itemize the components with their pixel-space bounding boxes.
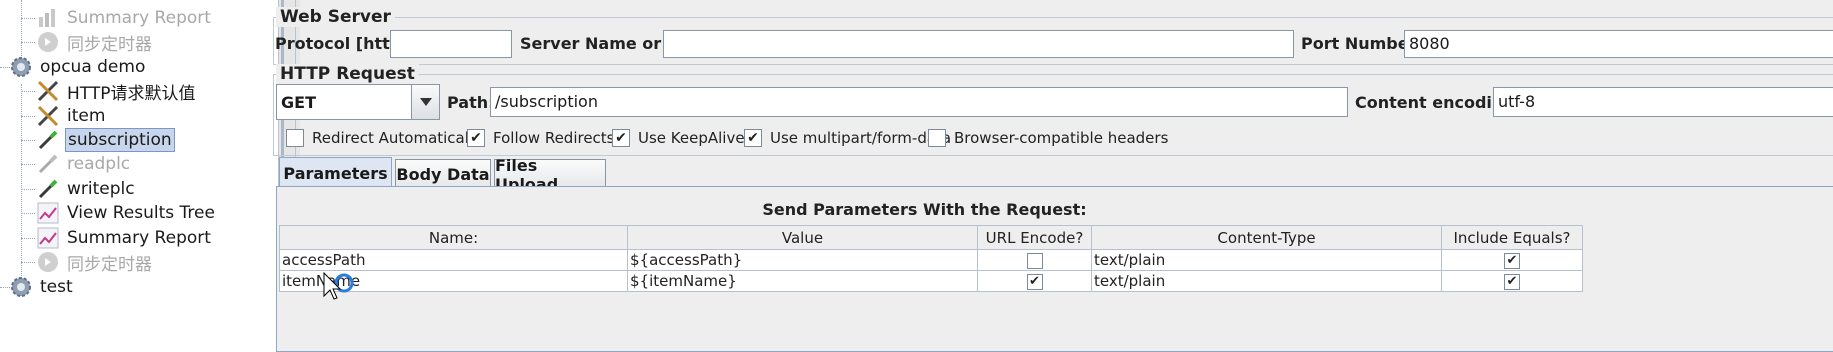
checkbox-box: [928, 129, 946, 147]
protocol-input[interactable]: [390, 30, 512, 58]
checkmark-icon: ✔: [744, 129, 762, 147]
checkbox-label: Use KeepAlive: [638, 129, 745, 147]
tree-item-label: View Results Tree: [67, 203, 215, 223]
tree-item-label: subscription: [65, 128, 175, 152]
tree-item-label: item: [67, 106, 106, 126]
tree-item-label: test: [40, 277, 73, 297]
redirect-automatically-checkbox[interactable]: Redirect Automatically: [286, 129, 482, 147]
path-input[interactable]: /subscription: [490, 87, 1348, 117]
tree-item-opcua-demo[interactable]: opcua demo: [8, 54, 147, 80]
checkbox-label: Follow Redirects: [493, 129, 615, 147]
method-select[interactable]: GET: [276, 84, 440, 120]
tree-item-label: writeplc: [67, 179, 135, 199]
url-encode-cell[interactable]: ✔: [977, 270, 1092, 292]
tree-item-subscription[interactable]: subscription: [35, 127, 175, 153]
timer-icon: [35, 29, 61, 55]
tree-item-item[interactable]: item: [35, 103, 107, 129]
listener-graph-icon: [35, 225, 61, 251]
chart-icon: [35, 5, 61, 31]
mouse-cursor-icon: [322, 271, 358, 302]
checkmark-icon: ✔: [612, 129, 630, 147]
server-name-input[interactable]: [663, 30, 1294, 58]
url-encode-cell[interactable]: [977, 249, 1092, 271]
checkmark-icon: ✔: [467, 129, 485, 147]
column-header-value[interactable]: Value: [627, 225, 978, 250]
parameters-table[interactable]: Name: Value URL Encode? Content-Type Inc…: [279, 225, 1583, 292]
config-tools-icon: [35, 103, 61, 129]
use-keepalive-checkbox[interactable]: ✔ Use KeepAlive: [612, 129, 745, 147]
thread-group-gear-icon: [8, 54, 34, 80]
chevron-down-icon[interactable]: [411, 85, 439, 119]
path-label: Path:: [447, 93, 495, 112]
follow-redirects-checkbox[interactable]: ✔ Follow Redirects: [467, 129, 615, 147]
web-server-legend: Web Server: [276, 7, 395, 27]
tree-item-sync-timer-2[interactable]: 同步定时器: [35, 249, 154, 275]
listener-graph-icon: [35, 200, 61, 226]
http-request-legend: HTTP Request: [276, 64, 419, 84]
method-value: GET: [281, 93, 316, 112]
tree-item-label: Summary Report: [67, 8, 211, 28]
tree-item-label: HTTP请求默认值: [67, 83, 196, 104]
table-row[interactable]: accessPath ${accessPath} text/plain ✔: [279, 249, 1583, 271]
tree-item-sync-timer-1[interactable]: 同步定时器: [35, 29, 154, 55]
param-value-cell[interactable]: ${itemName}: [627, 270, 978, 292]
tree-item-label: opcua demo: [40, 57, 146, 77]
test-plan-tree[interactable]: Summary Report 同步定时器 opcua demo HTTP请求默认…: [0, 0, 278, 352]
tree-item-summary-report-1[interactable]: Summary Report: [35, 5, 213, 31]
tree-item-test[interactable]: test: [8, 274, 75, 300]
thread-group-gear-icon: [8, 274, 34, 300]
table-row[interactable]: itemName ${itemName} ✔ text/plain ✔: [279, 270, 1583, 292]
tab-parameters[interactable]: Parameters: [279, 157, 392, 189]
include-equals-cell[interactable]: ✔: [1441, 270, 1583, 292]
content-type-cell[interactable]: text/plain: [1091, 270, 1442, 292]
column-header-name[interactable]: Name:: [279, 225, 628, 250]
tree-item-view-results-tree[interactable]: View Results Tree: [35, 200, 217, 226]
checkmark-icon[interactable]: ✔: [1026, 273, 1043, 290]
column-header-include-equals[interactable]: Include Equals?: [1441, 225, 1583, 250]
tree-item-label: Summary Report: [67, 228, 211, 248]
timer-icon: [35, 249, 61, 275]
content-encoding-input[interactable]: utf-8: [1493, 87, 1833, 117]
tree-item-label: 同步定时器: [67, 254, 152, 275]
param-value-cell[interactable]: ${accessPath}: [627, 249, 978, 271]
column-header-url-encode[interactable]: URL Encode?: [977, 225, 1092, 250]
checkbox-label: Browser-compatible headers: [954, 129, 1169, 147]
tree-item-writeplc[interactable]: writeplc: [35, 176, 137, 202]
checkbox-box: [286, 129, 304, 147]
param-name-cell[interactable]: accessPath: [279, 249, 628, 271]
tab-body-data[interactable]: Body Data: [395, 159, 491, 189]
tree-item-label: 同步定时器: [67, 34, 152, 55]
port-input[interactable]: 8080: [1404, 30, 1833, 58]
include-equals-cell[interactable]: ✔: [1441, 249, 1583, 271]
content-type-cell[interactable]: text/plain: [1091, 249, 1442, 271]
column-header-content-type[interactable]: Content-Type: [1091, 225, 1442, 250]
sampler-pipette-icon: [35, 127, 61, 153]
url-encode-checkbox[interactable]: [1026, 252, 1043, 269]
tab-files-upload[interactable]: Files Upload: [494, 156, 606, 194]
tree-item-http-defaults[interactable]: HTTP请求默认值: [35, 78, 198, 104]
table-header-row: Name: Value URL Encode? Content-Type Inc…: [279, 225, 1583, 250]
tree-item-summary-report-2[interactable]: Summary Report: [35, 225, 213, 251]
sampler-pipette-icon: [35, 151, 61, 177]
parameters-table-title: Send Parameters With the Request:: [762, 200, 1087, 219]
browser-compatible-headers-checkbox[interactable]: Browser-compatible headers: [928, 129, 1168, 147]
config-tools-icon: [35, 78, 61, 104]
sampler-pipette-icon: [35, 176, 61, 202]
checkbox-label: Use multipart/form-data: [770, 129, 952, 147]
checkbox-label: Redirect Automatically: [312, 129, 482, 147]
checkmark-icon[interactable]: ✔: [1504, 273, 1520, 290]
use-multipart-checkbox[interactable]: ✔ Use multipart/form-data: [744, 129, 951, 147]
tree-item-readplc[interactable]: readplc: [35, 151, 132, 177]
tree-item-label: readplc: [67, 154, 131, 174]
checkmark-icon[interactable]: ✔: [1504, 252, 1520, 269]
